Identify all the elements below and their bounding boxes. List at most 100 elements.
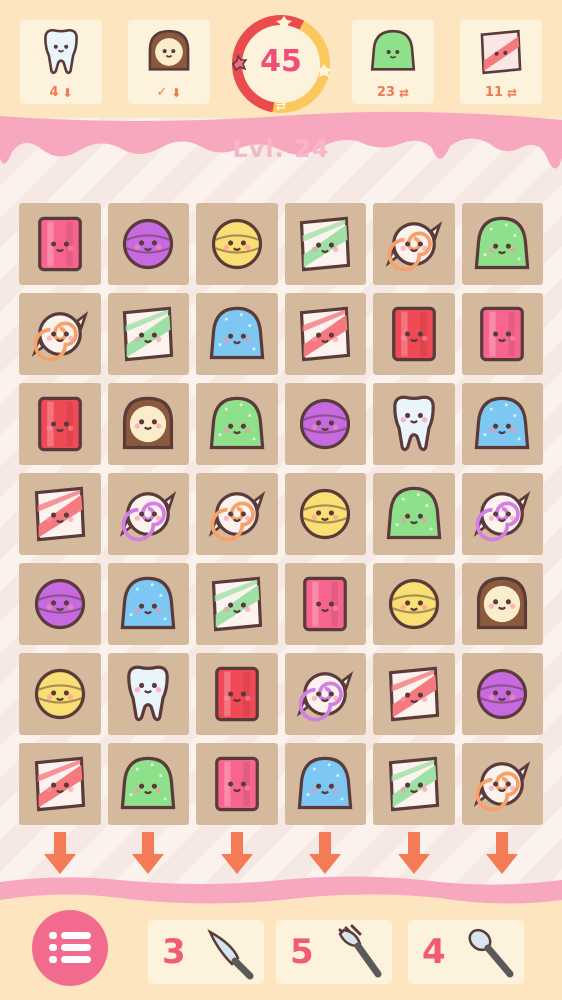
board-cell[interactable] <box>461 383 543 465</box>
board-cell[interactable] <box>107 653 189 735</box>
board-cell[interactable] <box>196 293 278 375</box>
goal-mallow-pink: 11 ⇄ <box>460 20 542 104</box>
tool-count: 4 <box>422 932 446 972</box>
board-cell[interactable] <box>19 563 101 645</box>
block-red-piece <box>37 396 82 452</box>
board-cell[interactable] <box>373 293 455 375</box>
board-cell[interactable] <box>284 293 366 375</box>
board-cell[interactable] <box>107 563 189 645</box>
goal-count: ✓ <box>156 85 168 100</box>
board-cell[interactable] <box>107 203 189 285</box>
board-cell[interactable] <box>284 743 366 825</box>
board-cell[interactable] <box>196 203 278 285</box>
board-cell[interactable] <box>461 203 543 285</box>
board-cell[interactable] <box>461 473 543 555</box>
moves-counter: 45 <box>260 44 302 79</box>
board-cell[interactable] <box>461 653 543 735</box>
block-red-piece <box>214 666 259 722</box>
gumdrop-blue-piece <box>474 396 530 450</box>
board-cell[interactable] <box>373 563 455 645</box>
swirl-orange-piece <box>474 761 531 812</box>
mallow-green-piece <box>123 306 174 362</box>
board-cell[interactable] <box>373 653 455 735</box>
tool-count: 3 <box>162 932 186 972</box>
mallow-pink-piece <box>34 486 85 542</box>
board-cell[interactable] <box>19 293 101 375</box>
board-cell[interactable] <box>284 563 366 645</box>
board-cell[interactable] <box>19 383 101 465</box>
board-cell[interactable] <box>373 743 455 825</box>
board-cell[interactable] <box>19 653 101 735</box>
arrow-down-icon <box>220 832 253 874</box>
cookie-piece <box>477 576 528 630</box>
block-pink-piece <box>303 576 348 632</box>
goal-tooth: 4 ⬇ <box>20 20 102 104</box>
board-cell[interactable] <box>107 293 189 375</box>
cookie-icon <box>148 29 190 71</box>
board-cell[interactable] <box>19 743 101 825</box>
board-cell[interactable] <box>19 203 101 285</box>
lollipop-purple-piece <box>300 398 351 450</box>
arrow-down-icon <box>132 832 165 874</box>
arrow-down-icon <box>397 832 430 874</box>
board-cell[interactable] <box>373 203 455 285</box>
board-cell[interactable] <box>107 473 189 555</box>
tool-count: 5 <box>290 932 314 972</box>
board-cell[interactable] <box>196 473 278 555</box>
board-cell[interactable] <box>107 383 189 465</box>
board-row <box>19 653 543 735</box>
board-row <box>19 563 543 645</box>
board-row <box>19 743 543 825</box>
gumdrop-blue-piece <box>297 756 353 810</box>
menu-button[interactable] <box>32 910 108 986</box>
arrow-down-icon <box>43 832 76 874</box>
lollipop-yellow-piece <box>388 578 439 630</box>
block-pink-piece <box>37 216 82 272</box>
board-cell[interactable] <box>19 473 101 555</box>
arrow-down-icon <box>309 832 342 874</box>
arrow-down-icon: ⬇ <box>171 85 182 100</box>
mallow-pink-piece <box>388 666 439 722</box>
board-cell[interactable] <box>284 203 366 285</box>
gumdrop-green-piece <box>120 756 176 810</box>
board-cell[interactable] <box>284 473 366 555</box>
board-cell[interactable] <box>373 473 455 555</box>
tool-knife[interactable]: 3 <box>148 920 264 984</box>
board-cell[interactable] <box>373 383 455 465</box>
game-board <box>19 203 543 833</box>
goal-meta: ✓ ⬇ <box>128 85 210 100</box>
goal-count: 11 <box>484 85 504 100</box>
goal-meta: 11 ⇄ <box>460 85 542 100</box>
goal-count: 23 <box>376 85 396 100</box>
lollipop-yellow-piece <box>211 218 262 270</box>
block-red-piece <box>391 306 436 362</box>
board-cell[interactable] <box>461 293 543 375</box>
board-cell[interactable] <box>284 653 366 735</box>
arrow-down-icon: ⬇ <box>62 85 73 100</box>
mallow-green-piece <box>388 756 439 812</box>
gumdrop-green-piece <box>209 396 265 450</box>
board-row <box>19 473 543 555</box>
lollipop-purple-piece <box>34 578 85 630</box>
board-cell[interactable] <box>107 743 189 825</box>
board-cell[interactable] <box>196 383 278 465</box>
lollipop-purple-piece <box>477 668 528 720</box>
board-cell[interactable] <box>196 653 278 735</box>
tool-fork[interactable]: 5 <box>276 920 392 984</box>
board-cell[interactable] <box>461 563 543 645</box>
tool-spoon[interactable]: 4 <box>408 920 524 984</box>
lollipop-yellow-piece <box>300 488 351 540</box>
goal-meta: 4 ⬇ <box>20 85 102 100</box>
swirl-purple-piece <box>474 491 531 542</box>
swirl-orange-piece <box>208 491 265 542</box>
gumdrop-green-piece <box>386 486 442 540</box>
gumdrop-blue-piece <box>120 576 176 630</box>
knife-icon <box>207 929 254 980</box>
board-cell[interactable] <box>196 563 278 645</box>
board-cell[interactable] <box>461 743 543 825</box>
swirl-purple-piece <box>120 491 177 542</box>
swirl-purple-piece <box>297 671 354 722</box>
board-cell[interactable] <box>284 383 366 465</box>
tooth-piece <box>127 665 170 722</box>
board-cell[interactable] <box>196 743 278 825</box>
